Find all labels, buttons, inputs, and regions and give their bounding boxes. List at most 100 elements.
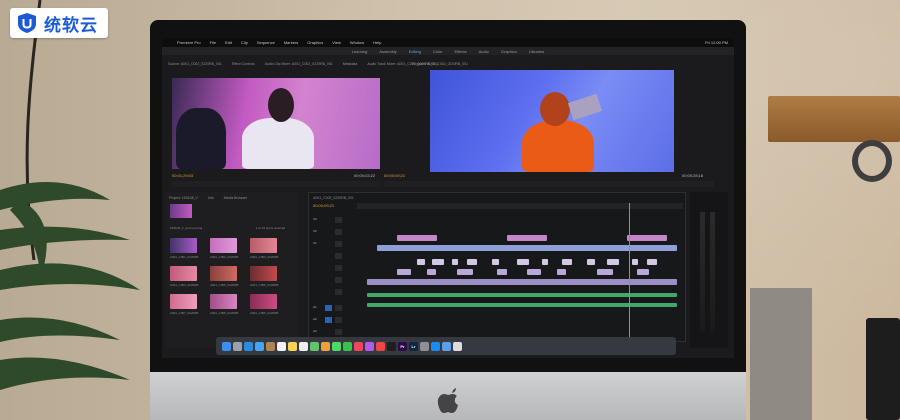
video-clip[interactable] [557,269,566,275]
track-lock-toggle[interactable] [335,265,342,271]
tab-media-browser[interactable]: Media Browser [224,196,247,200]
tab-source[interactable]: Source: A001_C002_0220RB_001 [168,62,222,66]
program-transport-controls[interactable] [384,181,714,187]
video-clip[interactable] [527,269,541,275]
video-clip[interactable] [367,279,677,285]
finder-2-icon[interactable] [442,341,451,351]
video-clip[interactable] [397,235,437,241]
video-clip[interactable] [597,269,613,275]
program-monitor-video[interactable] [430,70,674,172]
timeline-ruler[interactable] [357,203,683,209]
video-clip[interactable] [632,259,638,265]
launchpad-icon[interactable] [233,341,242,351]
reminders-icon[interactable] [299,341,308,351]
menu-clip[interactable]: Clip [241,40,248,45]
video-clip[interactable] [562,259,572,265]
video-clip[interactable] [507,235,547,241]
finder-icon[interactable] [222,341,231,351]
video-clip[interactable] [427,269,436,275]
track-lock-toggle[interactable] [335,229,342,235]
ws-assembly[interactable]: Assembly [379,49,396,54]
premiere-pro-icon[interactable]: Pr [398,341,407,351]
photos-icon[interactable] [321,341,330,351]
video-clip[interactable] [542,259,548,265]
clip-thumb[interactable] [170,294,197,309]
video-clip[interactable] [637,269,649,275]
tab-program[interactable]: Program: A001_C002_0220RB_001 [412,62,468,66]
track-lock-toggle[interactable] [335,253,342,259]
audio-clip[interactable] [367,303,677,307]
trash-icon[interactable] [453,341,462,351]
menu-file[interactable]: File [210,40,216,45]
tab-metadata[interactable]: Metadata [343,62,358,66]
clip-thumb[interactable] [170,238,197,253]
contacts-icon[interactable] [266,341,275,351]
video-clip[interactable] [432,259,444,265]
source-transport-controls[interactable] [172,181,380,187]
source-monitor-video[interactable] [172,78,380,169]
messages-icon[interactable] [332,341,341,351]
track-lock-toggle[interactable] [335,289,342,295]
tab-effect-controls[interactable]: Effect Controls [232,62,255,66]
video-clip[interactable] [467,259,477,265]
clip-thumb[interactable] [210,266,237,281]
track-lock-toggle[interactable] [335,241,342,247]
menu-graphics[interactable]: Graphics [307,40,323,45]
video-clip[interactable] [452,259,458,265]
notes-icon[interactable] [288,341,297,351]
calendar-icon[interactable] [277,341,286,351]
video-clip[interactable] [517,259,529,265]
mail-icon[interactable] [255,341,264,351]
ws-audio[interactable]: Audio [479,49,489,54]
menu-view[interactable]: View [332,40,341,45]
clip-thumb[interactable] [210,294,237,309]
ws-graphics[interactable]: Graphics [501,49,517,54]
menu-markers[interactable]: Markers [284,40,298,45]
menu-clock[interactable]: Fri 12:00 PM [705,40,734,45]
ws-color[interactable]: Color [433,49,443,54]
menu-app[interactable]: Premiere Pro [177,40,201,45]
ws-editing[interactable]: Editing [409,49,421,54]
video-clip[interactable] [492,259,499,265]
system-preferences-icon[interactable] [420,341,429,351]
stocks-icon[interactable] [387,341,396,351]
track-mute-toggle[interactable] [335,317,342,323]
news-icon[interactable] [376,341,385,351]
track-mute-toggle[interactable] [335,305,342,311]
clip-thumb[interactable] [250,294,277,309]
facetime-icon[interactable] [343,341,352,351]
track-target-toggle[interactable] [325,305,332,311]
video-clip[interactable] [397,269,411,275]
menu-help[interactable]: Help [373,40,381,45]
tab-info[interactable]: Info [208,196,214,200]
video-clip[interactable] [647,259,657,265]
track-mute-toggle[interactable] [335,329,342,335]
video-clip[interactable] [497,269,507,275]
video-clip[interactable] [627,235,667,241]
timeline-track-area[interactable] [357,215,683,335]
audio-clip[interactable] [367,293,677,297]
clip-thumb[interactable] [250,266,277,281]
lightroom-icon[interactable]: Lr [409,341,418,351]
app-store-icon[interactable] [431,341,440,351]
timeline-playhead[interactable] [629,203,630,339]
clip-thumb[interactable] [250,238,277,253]
ws-learning[interactable]: Learning [352,49,368,54]
video-clip[interactable] [607,259,619,265]
podcasts-icon[interactable] [365,341,374,351]
track-target-toggle[interactable] [325,317,332,323]
menu-sequence[interactable]: Sequence [257,40,275,45]
video-clip[interactable] [587,259,595,265]
music-icon[interactable] [354,341,363,351]
tab-project[interactable]: Project: 190108_V [169,196,198,200]
safari-icon[interactable] [244,341,253,351]
menu-edit[interactable]: Edit [225,40,232,45]
video-clip[interactable] [457,269,473,275]
maps-icon[interactable] [310,341,319,351]
menu-window[interactable]: Window [350,40,364,45]
clip-thumb[interactable] [210,238,237,253]
track-lock-toggle[interactable] [335,217,342,223]
tab-timeline-sequence[interactable]: A001_C002_0220RB_001 [313,196,354,200]
video-clip[interactable] [377,245,677,251]
ws-libraries[interactable]: Libraries [529,49,544,54]
